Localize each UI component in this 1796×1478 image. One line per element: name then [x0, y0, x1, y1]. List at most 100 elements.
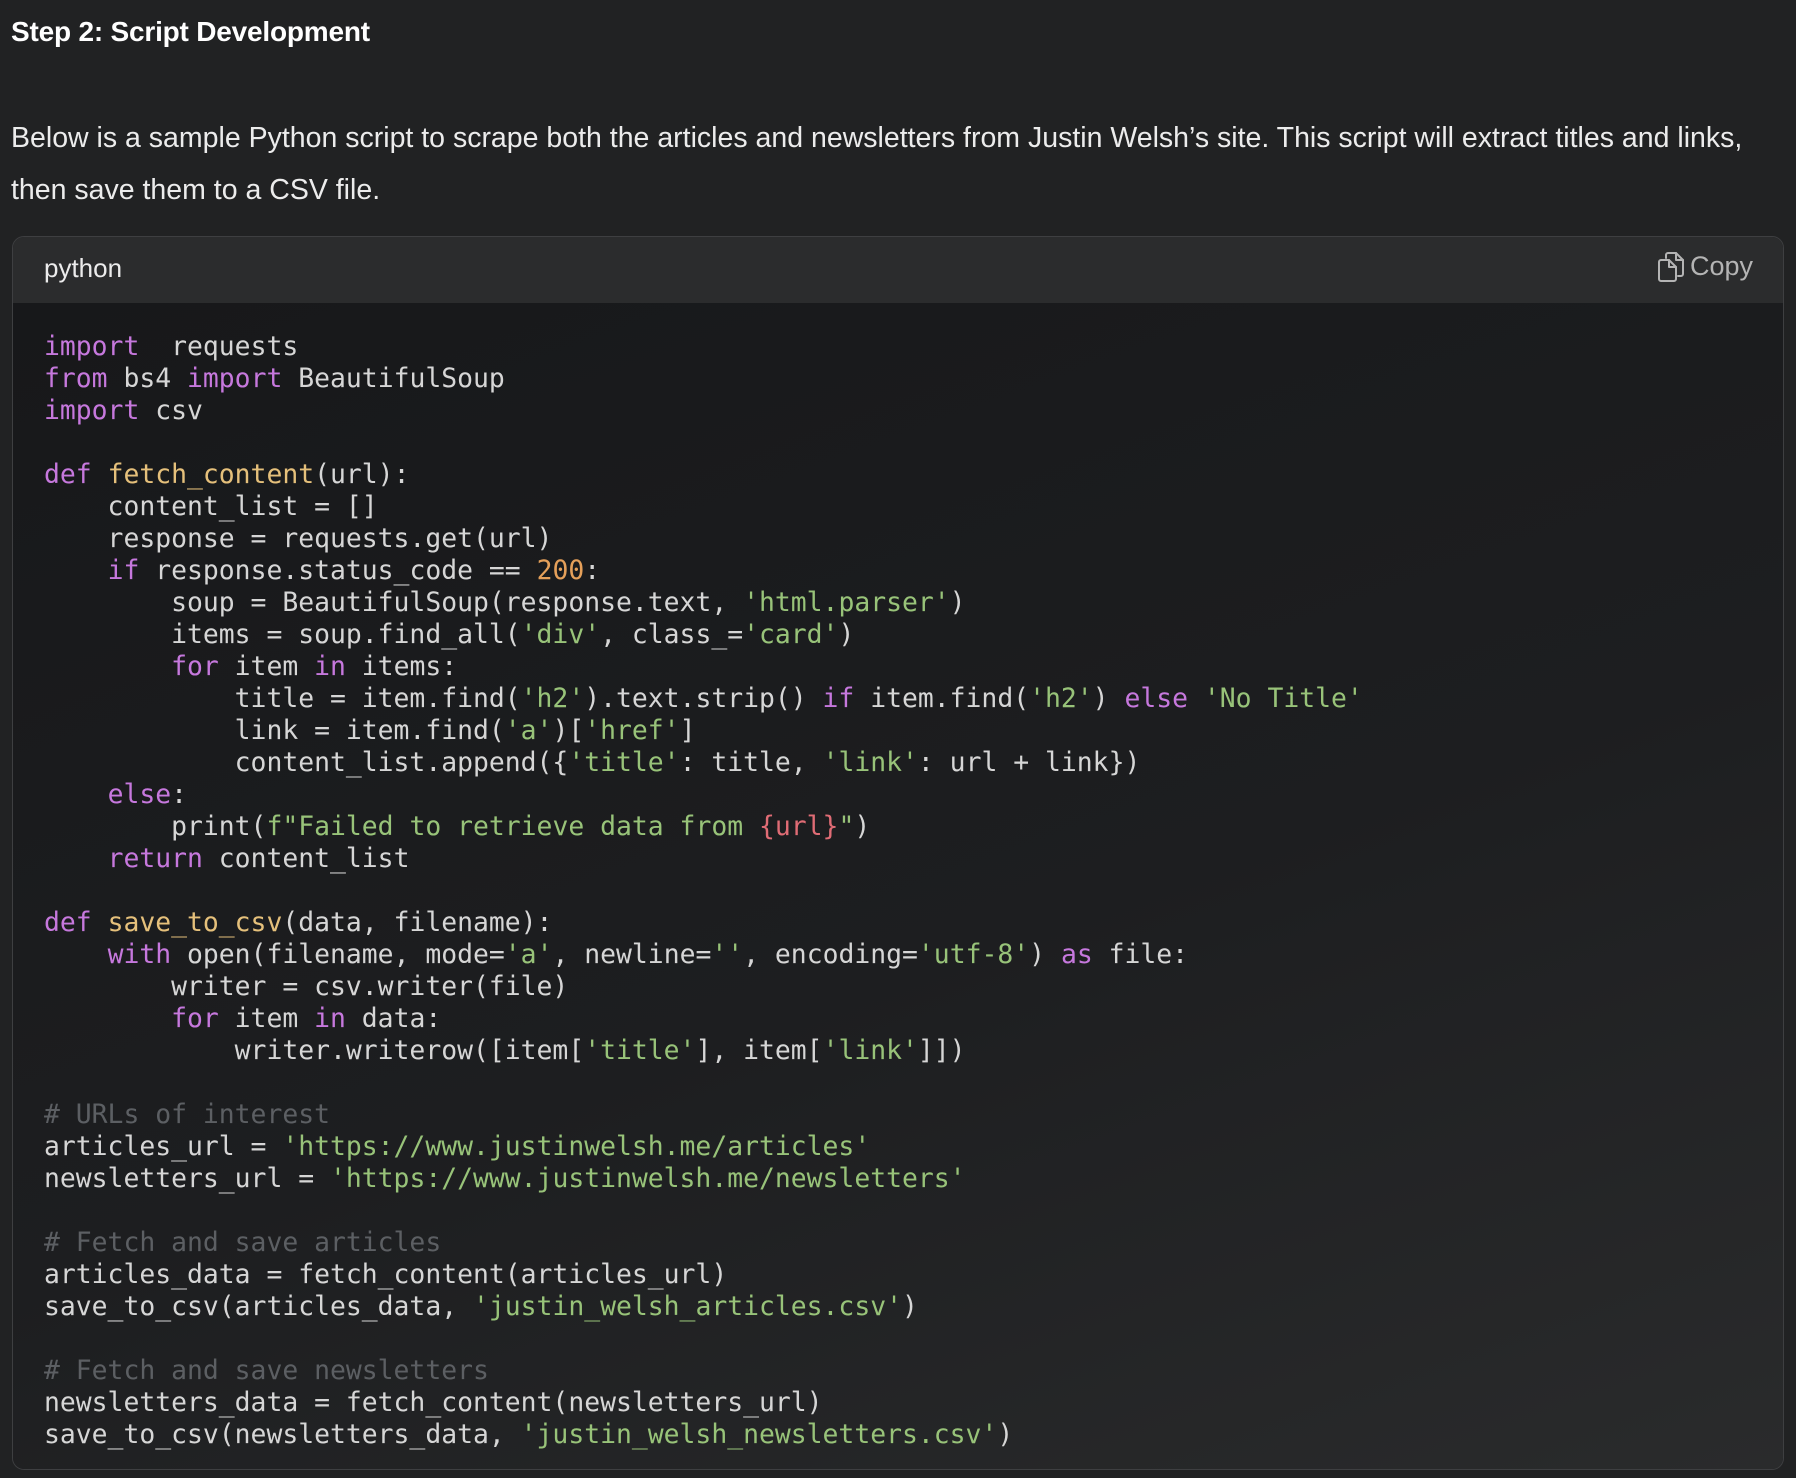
code-token: as [1060, 939, 1093, 970]
code-token: '' [711, 939, 744, 970]
code-token: requests [139, 331, 299, 362]
section-heading: Step 2: Script Development [11, 16, 370, 47]
code-token: else [107, 779, 172, 810]
code-line: import csv [44, 395, 1363, 427]
code-token: ], item[ [695, 1035, 823, 1066]
code-token: 'link' [822, 1035, 918, 1066]
code-token: )[ [552, 715, 585, 746]
code-token: for [171, 1003, 219, 1034]
code-token: fetch_content [107, 459, 315, 490]
code-token: , newline= [552, 939, 712, 970]
code-token: if [107, 555, 140, 586]
code-line: link = item.find('a')['href'] [44, 715, 1363, 747]
code-token: 'https://www.justinwelsh.me/articles' [282, 1131, 871, 1162]
code-token: item.find( [854, 683, 1030, 714]
code-token: data: [345, 1003, 442, 1034]
chat-message: Step 2: Script Development Below is a sa… [0, 0, 1796, 1478]
code-token: 'h2' [1029, 683, 1093, 714]
code-line: if response.status_code == 200: [44, 555, 1363, 587]
code-line: import requests [44, 331, 1363, 363]
copy-code-button[interactable]: Copy [1657, 251, 1753, 282]
code-token: ) [949, 587, 966, 618]
code-line: def fetch_content(url): [44, 459, 1363, 491]
code-token: # URLs of interest [44, 1099, 330, 1130]
code-token: return [107, 843, 203, 874]
code-token: def [44, 459, 92, 490]
code-token: from [44, 363, 108, 394]
code-token: articles_url = [44, 1131, 283, 1162]
code-token: : [171, 779, 188, 810]
code-token: 'title' [568, 747, 680, 778]
code-token: 'justin_welsh_articles.csv' [473, 1291, 902, 1322]
copy-label: Copy [1689, 251, 1753, 281]
code-token: 'href' [584, 715, 680, 746]
code-token: 'justin_welsh_newsletters.csv' [520, 1419, 998, 1450]
code-token: def [44, 907, 92, 938]
code-token: 'No Title' [1203, 683, 1363, 714]
code-token: , encoding= [743, 939, 918, 970]
code-token: in [314, 651, 346, 682]
code-token: newsletters_url = [44, 1163, 330, 1194]
code-line: title = item.find('h2').text.strip() if … [44, 683, 1363, 715]
code-line: writer = csv.writer(file) [44, 971, 1363, 1003]
code-token: 'https://www.justinwelsh.me/newsletters' [330, 1163, 966, 1194]
code-line: print(f"Failed to retrieve data from {ur… [44, 811, 1363, 843]
code-token: open(filename, mode= [171, 939, 505, 970]
code-line: response = requests.get(url) [44, 523, 1363, 555]
code-token: else [1124, 683, 1189, 714]
code-body: import requests from bs4 import Beautiful… [13, 303, 1783, 1469]
code-token: save_to_csv(articles_data, [44, 1291, 473, 1322]
code-line: else: [44, 779, 1363, 811]
code-token: content_list [202, 843, 410, 874]
code-line: for item in items: [44, 651, 1363, 683]
code-token: ) [1092, 683, 1125, 714]
code-token: 'utf-8' [917, 939, 1030, 970]
code-token: in [314, 1003, 346, 1034]
code-line: newsletters_url = 'https://www.justinwel… [44, 1163, 1363, 1195]
code-token: ]]) [917, 1035, 966, 1066]
code-token: , class_= [600, 619, 744, 650]
code-token: " [838, 811, 855, 842]
code-token: title = item.find( [44, 683, 521, 714]
code-line: def save_to_csv(data, filename): [44, 907, 1363, 939]
code-token: ) [902, 1291, 918, 1322]
code-content: import requests from bs4 import Beautiful… [44, 331, 1363, 1451]
code-token: content_list.append({ [44, 747, 569, 778]
code-token: 'card' [743, 619, 839, 650]
intro-paragraph: Below is a sample Python script to scrap… [11, 122, 1743, 206]
code-token: file: [1092, 939, 1189, 970]
code-block: python Copy import requests from bs4 impo… [12, 236, 1784, 1470]
code-token: import [44, 331, 140, 362]
code-token: (url): [314, 459, 410, 490]
code-line: return content_list [44, 843, 1363, 875]
code-token: with [107, 939, 172, 970]
code-line: for item in data: [44, 1003, 1363, 1035]
code-token: response = requests.get(url) [44, 523, 553, 554]
code-line: items = soup.find_all('div', class_='car… [44, 619, 1363, 651]
code-token: item [218, 1003, 315, 1034]
code-token: 'a' [504, 715, 553, 746]
code-line: articles_url = 'https://www.justinwelsh.… [44, 1131, 1363, 1163]
code-line: # Fetch and save articles [44, 1227, 1363, 1259]
copy-icon [1657, 251, 1684, 282]
code-token: {url} [759, 811, 839, 842]
code-line: writer.writerow([item['title'], item['li… [44, 1035, 1363, 1067]
code-token: ] [679, 715, 696, 746]
code-token: 'div' [520, 619, 601, 650]
code-line: from bs4 import BeautifulSoup [44, 363, 1363, 395]
code-token: ) [854, 811, 871, 842]
code-token: items: [345, 651, 458, 682]
code-token: writer.writerow([item[ [44, 1035, 585, 1066]
code-token: newsletters_data = fetch_content(newslet… [44, 1387, 823, 1418]
code-line: # URLs of interest [44, 1099, 1363, 1131]
